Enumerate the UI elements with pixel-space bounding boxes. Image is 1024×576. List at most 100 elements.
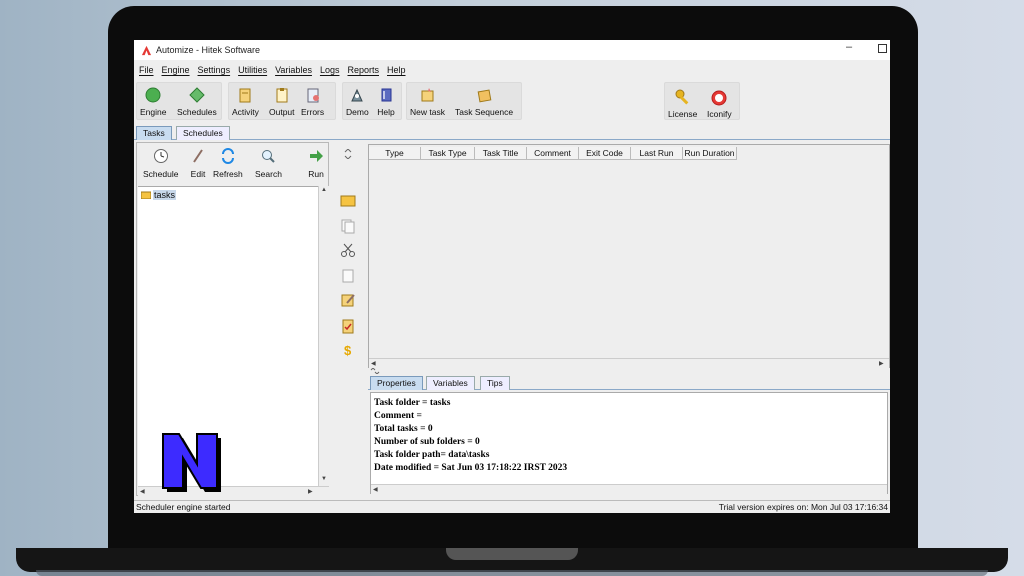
toolbar-group-tasks: New task Task Sequence bbox=[406, 82, 522, 120]
automize-logo-icon bbox=[141, 45, 152, 56]
edit-note-icon[interactable] bbox=[340, 292, 356, 308]
properties-tabs: Properties Variables Tips bbox=[368, 376, 890, 390]
search-button[interactable]: Search bbox=[255, 147, 282, 179]
folder-icon bbox=[141, 191, 151, 199]
tab-tasks[interactable]: Tasks bbox=[136, 126, 172, 140]
prop-folder-path: Task folder path= data\tasks bbox=[374, 450, 490, 460]
engine-label: Engine bbox=[140, 107, 167, 117]
schedule-button[interactable]: Schedule bbox=[143, 147, 178, 179]
book-icon bbox=[377, 86, 395, 104]
col-task-title[interactable]: Task Title bbox=[475, 147, 527, 160]
tab-schedules[interactable]: Schedules bbox=[176, 126, 230, 140]
svg-text:$: $ bbox=[344, 343, 352, 358]
refresh-button[interactable]: Refresh bbox=[213, 147, 243, 179]
collapse-arrows-icon[interactable] bbox=[340, 146, 356, 162]
main-toolbar: Engine Schedules Activity Output Errors … bbox=[134, 78, 890, 122]
open-folder-icon[interactable] bbox=[340, 192, 356, 208]
properties-horizontal-scrollbar[interactable]: ◀ bbox=[371, 484, 887, 494]
col-last-run[interactable]: Last Run bbox=[631, 147, 683, 160]
output-label: Output bbox=[269, 107, 295, 117]
col-run-duration[interactable]: Run Duration bbox=[683, 147, 737, 160]
run-button[interactable]: Run bbox=[307, 147, 325, 179]
new-task-button[interactable]: New task bbox=[410, 83, 445, 117]
pencil-icon bbox=[189, 147, 207, 165]
task-sequence-button[interactable]: Task Sequence bbox=[455, 83, 513, 117]
demo-icon bbox=[348, 86, 366, 104]
help-label: Help bbox=[377, 107, 395, 117]
tab-tips[interactable]: Tips bbox=[480, 376, 510, 390]
tab-properties[interactable]: Properties bbox=[370, 376, 423, 390]
laptop-shadow bbox=[36, 570, 988, 576]
green-arrow-icon bbox=[307, 147, 325, 165]
task-table: Type Task Type Task Title Comment Exit C… bbox=[368, 144, 890, 368]
iconify-button[interactable]: Iconify bbox=[707, 85, 732, 119]
main-tabs: Tasks Schedules bbox=[134, 126, 890, 140]
error-document-icon bbox=[304, 86, 322, 104]
tree-node-label: tasks bbox=[153, 190, 177, 200]
errors-label: Errors bbox=[301, 107, 325, 117]
license-button[interactable]: License bbox=[668, 85, 697, 119]
new-task-icon bbox=[418, 86, 436, 104]
window-title: Automize - Hitek Software bbox=[156, 45, 261, 55]
col-type[interactable]: Type bbox=[369, 147, 421, 160]
activity-button[interactable]: Activity bbox=[232, 83, 259, 117]
n-logo-watermark-icon bbox=[162, 433, 221, 492]
activity-label: Activity bbox=[232, 107, 259, 117]
menu-utilities[interactable]: Utilities bbox=[238, 65, 267, 75]
clock-icon bbox=[152, 147, 170, 165]
properties-panel: Task folder = tasks Comment = Total task… bbox=[370, 392, 888, 494]
status-message: Scheduler engine started bbox=[136, 502, 231, 512]
left-toolbar: Schedule Edit Refresh Search Run bbox=[137, 143, 330, 185]
status-bar: Scheduler engine started Trial version e… bbox=[134, 500, 890, 513]
toolbar-group-license: License Iconify bbox=[664, 82, 740, 120]
toolbar-group-engine: Engine Schedules bbox=[136, 82, 222, 120]
menu-file[interactable]: File bbox=[139, 65, 154, 75]
col-comment[interactable]: Comment bbox=[527, 147, 579, 160]
help-button[interactable]: Help bbox=[377, 83, 395, 117]
copy-icon[interactable] bbox=[340, 218, 356, 234]
search-label: Search bbox=[255, 169, 282, 179]
toolbar-group-help: Demo Help bbox=[342, 82, 402, 120]
prop-comment: Comment = bbox=[374, 411, 422, 421]
col-exit-code[interactable]: Exit Code bbox=[579, 147, 631, 160]
table-horizontal-scrollbar[interactable]: ◀ ▶ bbox=[369, 358, 889, 368]
menu-help[interactable]: Help bbox=[387, 65, 406, 75]
split-pane-divider[interactable] bbox=[368, 368, 890, 374]
run-label: Run bbox=[308, 169, 324, 179]
errors-button[interactable]: Errors bbox=[301, 83, 324, 117]
schedules-button[interactable]: Schedules bbox=[177, 83, 217, 117]
scissors-icon[interactable] bbox=[340, 242, 356, 258]
menu-settings[interactable]: Settings bbox=[198, 65, 231, 75]
title-bar: Automize - Hitek Software – bbox=[134, 40, 890, 60]
menu-logs[interactable]: Logs bbox=[320, 65, 340, 75]
tree-node-tasks[interactable]: tasks bbox=[141, 190, 177, 200]
app-window: Automize - Hitek Software – File Engine … bbox=[134, 40, 890, 513]
maximize-button[interactable] bbox=[878, 44, 887, 53]
clipboard-icon bbox=[273, 86, 291, 104]
notepad-icon bbox=[236, 86, 254, 104]
minimize-button[interactable]: – bbox=[846, 41, 852, 53]
tree-vertical-scrollbar[interactable]: ▲ ▼ bbox=[318, 186, 329, 486]
col-task-type[interactable]: Task Type bbox=[421, 147, 475, 160]
variable-dollar-icon[interactable]: $ bbox=[340, 342, 356, 358]
prop-total-tasks: Total tasks = 0 bbox=[374, 424, 433, 434]
edit-button[interactable]: Edit bbox=[189, 147, 207, 179]
tab-variables[interactable]: Variables bbox=[426, 376, 475, 390]
output-button[interactable]: Output bbox=[269, 83, 295, 117]
edit-label: Edit bbox=[190, 169, 206, 179]
task-sequence-label: Task Sequence bbox=[455, 107, 514, 117]
demo-button[interactable]: Demo bbox=[346, 83, 369, 117]
paste-icon[interactable] bbox=[340, 268, 356, 284]
iconify-label: Iconify bbox=[707, 109, 732, 119]
engine-button[interactable]: Engine bbox=[140, 83, 166, 117]
menu-engine[interactable]: Engine bbox=[162, 65, 190, 75]
menu-reports[interactable]: Reports bbox=[347, 65, 379, 75]
menu-variables[interactable]: Variables bbox=[275, 65, 312, 75]
toolbar-group-logs: Activity Output Errors bbox=[228, 82, 336, 120]
schedule-label: Schedule bbox=[143, 169, 179, 179]
license-label: License bbox=[668, 109, 698, 119]
search-icon bbox=[259, 147, 277, 165]
checklist-icon[interactable] bbox=[340, 318, 356, 334]
demo-label: Demo bbox=[346, 107, 369, 117]
schedules-label: Schedules bbox=[177, 107, 217, 117]
